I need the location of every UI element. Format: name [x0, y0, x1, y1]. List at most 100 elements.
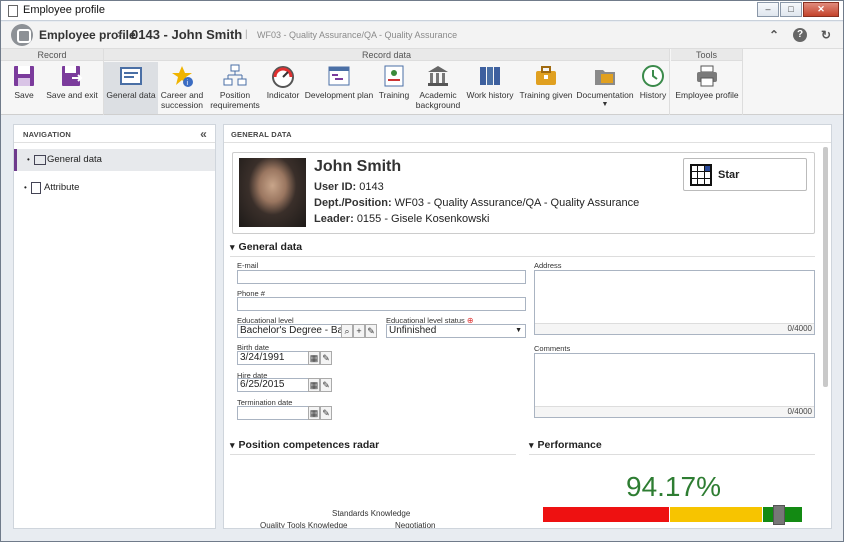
- leader-row: Leader: 0155 - Gisele Kosenkowski: [314, 213, 490, 225]
- collapse-up-icon[interactable]: ⌃: [767, 28, 781, 42]
- career-and-succession-button[interactable]: i Career and succession: [158, 62, 206, 114]
- phone-field[interactable]: [237, 297, 526, 311]
- leader-value: 0155 - Gisele Kosenkowski: [356, 213, 490, 225]
- address-label: Address: [534, 261, 562, 270]
- clear-brush-icon[interactable]: ✎: [320, 406, 332, 420]
- app-logo-icon: [11, 24, 33, 46]
- document-icon: [31, 182, 41, 194]
- address-textarea[interactable]: 0/4000: [534, 270, 815, 335]
- clear-brush-icon[interactable]: ✎: [365, 324, 377, 338]
- documentation-button[interactable]: Documentation ▼: [574, 62, 636, 114]
- training-given-button[interactable]: Training given: [518, 62, 574, 114]
- performance-gauge: [543, 505, 802, 525]
- save-and-exit-button[interactable]: Save and exit: [45, 62, 99, 114]
- training-button[interactable]: Training: [374, 62, 414, 114]
- leader-label: Leader:: [314, 213, 354, 225]
- window-icon: [8, 5, 18, 17]
- main-panel-header: GENERAL DATA: [224, 125, 831, 143]
- position-req-label: Position requirements: [210, 90, 260, 110]
- ribbon-group-record-data: Record data General data i Career and su…: [104, 49, 670, 115]
- record-subtitle: WF03 - Quality Assurance/QA - Quality As…: [257, 30, 458, 40]
- calendar-icon[interactable]: ▦: [308, 378, 320, 392]
- vertical-scrollbar[interactable]: [823, 147, 828, 387]
- nav-item-general-data[interactable]: • General data: [14, 149, 215, 171]
- email-field[interactable]: [237, 270, 526, 284]
- radar-label-negotiation: Negotiation: [395, 521, 436, 529]
- ribbon-group-tools: Tools Employee profile: [671, 49, 743, 115]
- bullet-icon: •: [24, 183, 27, 192]
- general-data-button[interactable]: General data: [104, 62, 158, 114]
- navigation-header: NAVIGATION «: [14, 125, 215, 143]
- termination-date-field[interactable]: [237, 406, 309, 420]
- gauge-icon: [271, 64, 295, 88]
- training-label: Training: [378, 90, 410, 100]
- collapse-panel-icon[interactable]: «: [200, 127, 207, 141]
- window-title: Employee profile: [23, 4, 105, 16]
- title-bar: Employee profile – □ ✕: [1, 1, 843, 21]
- address-char-count: 0/4000: [787, 324, 812, 333]
- maximize-icon[interactable]: □: [780, 2, 802, 17]
- academic-building-icon: [426, 64, 450, 88]
- gauge-red-segment: [543, 507, 669, 522]
- nav-item-attribute[interactable]: • Attribute: [14, 177, 215, 199]
- printer-icon: [695, 64, 719, 88]
- general-data-section-header[interactable]: General data: [230, 241, 303, 253]
- employee-card: John Smith User ID: 0143 Dept./Position:…: [232, 152, 815, 234]
- training-given-label: Training given: [519, 90, 573, 100]
- save-button[interactable]: Save: [3, 62, 45, 114]
- training-icon: [382, 64, 406, 88]
- career-label: Career and succession: [160, 90, 204, 110]
- ribbon-toolbar: Record Save Save and exit Record data Ge…: [1, 49, 843, 115]
- breadcrumb-separator: ›: [117, 26, 122, 41]
- chevron-down-icon: ▼: [515, 327, 522, 334]
- close-icon[interactable]: ✕: [803, 2, 839, 17]
- refresh-icon[interactable]: ↻: [819, 28, 833, 42]
- binders-icon: [478, 64, 502, 88]
- navigation-title: NAVIGATION: [23, 130, 71, 139]
- email-label: E-mail: [237, 261, 259, 270]
- academic-background-button[interactable]: Academic background: [414, 62, 462, 114]
- help-icon[interactable]: ?: [793, 28, 807, 42]
- window-controls: – □ ✕: [756, 2, 839, 17]
- page-header: Employee profile › 0143 - John Smith | W…: [1, 22, 843, 49]
- save-and-exit-label: Save and exit: [46, 90, 98, 100]
- radar-label-quality-tools: Quality Tools Knowledge: [260, 521, 348, 529]
- birth-date-field[interactable]: 3/24/1991: [237, 351, 309, 365]
- hire-date-field[interactable]: 6/25/2015: [237, 378, 309, 392]
- minimize-icon[interactable]: –: [757, 2, 779, 17]
- employee-name: John Smith: [314, 158, 402, 175]
- search-icon[interactable]: ⌕: [341, 324, 353, 338]
- user-id-label: User ID:: [314, 181, 357, 193]
- history-button[interactable]: History: [636, 62, 670, 114]
- radar-section-header[interactable]: Position competences radar: [230, 439, 380, 451]
- performance-section-header[interactable]: Performance: [529, 439, 602, 451]
- calendar-icon[interactable]: ▦: [308, 351, 320, 365]
- calendar-icon[interactable]: ▦: [308, 406, 320, 420]
- employee-profile-button[interactable]: Employee profile: [673, 62, 741, 114]
- position-requirements-button[interactable]: Position requirements: [206, 62, 264, 114]
- dept-value: WF03 - Quality Assurance/QA - Quality As…: [394, 197, 640, 209]
- radar-label-standards: Standards Knowledge: [332, 509, 411, 518]
- counter-bar: [535, 406, 814, 417]
- indicator-button[interactable]: Indicator: [264, 62, 302, 114]
- star-grid-icon: [690, 164, 712, 186]
- clear-brush-icon[interactable]: ✎: [320, 351, 332, 365]
- star-button[interactable]: Star: [683, 158, 807, 191]
- app-window: Employee profile – □ ✕ Employee profile …: [0, 0, 844, 542]
- navigation-panel: NAVIGATION « • General data • Attribute: [13, 124, 216, 529]
- educational-level-field[interactable]: Bachelor's Degree - Bac: [237, 324, 342, 338]
- comments-textarea[interactable]: 0/4000: [534, 353, 815, 418]
- dept-label: Dept./Position:: [314, 197, 392, 209]
- clear-brush-icon[interactable]: ✎: [320, 378, 332, 392]
- gauge-yellow-segment: [670, 507, 762, 522]
- briefcase-icon: [534, 64, 558, 88]
- work-history-button[interactable]: Work history: [464, 62, 516, 114]
- indicator-label: Indicator: [266, 90, 300, 100]
- record-title: 0143 - John Smith: [131, 27, 243, 42]
- form-icon: [34, 155, 46, 165]
- edu-status-select[interactable]: Unfinished ▼: [386, 324, 526, 338]
- add-icon[interactable]: +: [353, 324, 365, 338]
- org-chart-icon: [223, 64, 247, 88]
- development-plan-button[interactable]: Development plan: [304, 62, 374, 114]
- performance-value: 94.17%: [626, 471, 721, 502]
